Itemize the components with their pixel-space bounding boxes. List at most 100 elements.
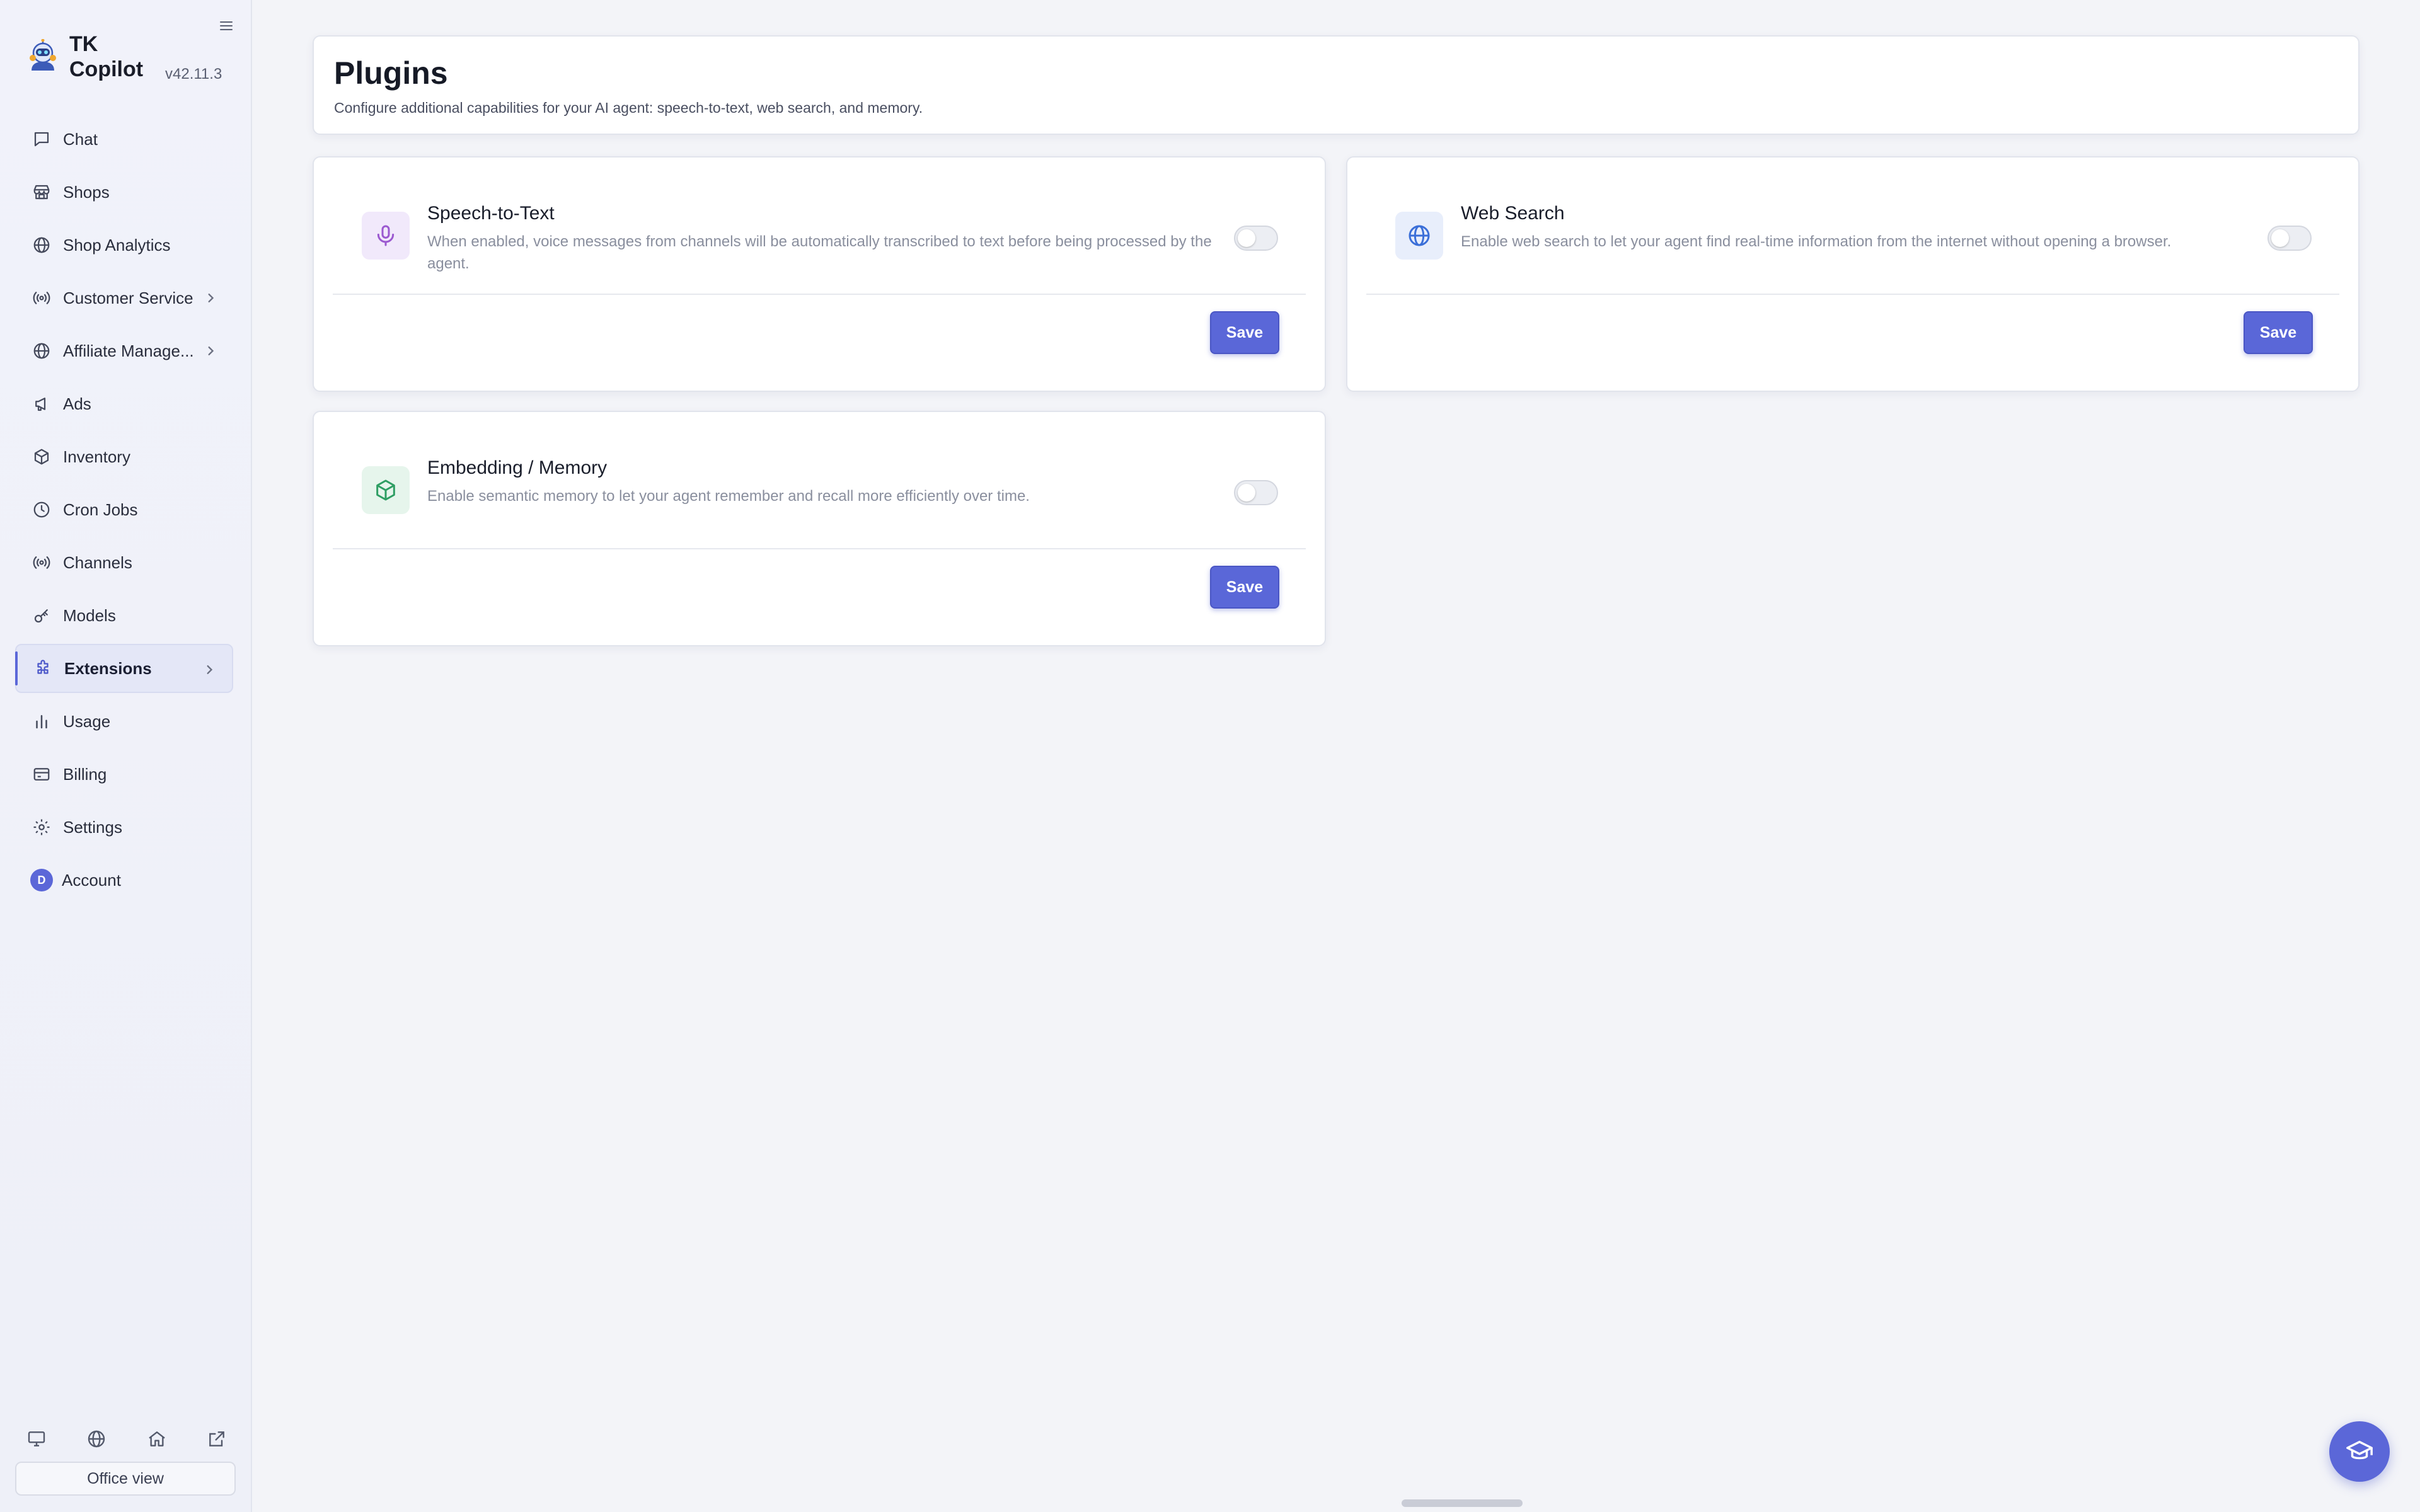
sidebar-item-label: Customer Service xyxy=(63,288,193,307)
brand[interactable]: TK Copilot xyxy=(25,32,143,82)
globe-icon xyxy=(32,341,52,361)
office-view-button[interactable]: Office view xyxy=(15,1462,236,1496)
page-title: Plugins xyxy=(334,55,448,91)
menu-icon xyxy=(220,21,233,30)
avatar: D xyxy=(30,869,53,891)
toggle-knob xyxy=(1238,484,1255,501)
globe-icon xyxy=(1409,225,1430,246)
plugin-icon-container xyxy=(362,212,410,260)
store-icon xyxy=(32,182,52,202)
megaphone-icon xyxy=(32,394,52,414)
web-search-toggle[interactable] xyxy=(2267,226,2312,251)
version-label: v42.11.3 xyxy=(165,66,222,83)
save-button[interactable]: Save xyxy=(1210,566,1279,609)
plugin-description: Enable web search to let your agent find… xyxy=(1461,233,2172,250)
plugin-description: When enabled, voice messages from channe… xyxy=(427,233,1212,272)
card-divider xyxy=(1366,294,2339,295)
clock-icon xyxy=(32,500,52,520)
plugin-icon-container xyxy=(362,466,410,514)
plugin-card-web-search: Web Search Enable web search to let your… xyxy=(1346,156,2360,392)
toggle-knob xyxy=(2271,229,2289,247)
monitor-icon[interactable] xyxy=(23,1425,50,1453)
sidebar-item-label: Shops xyxy=(63,182,110,202)
sidebar: TK Copilot v42.11.3 Chat Shops Shop Anal… xyxy=(0,0,252,1512)
brand-name-line1: TK xyxy=(69,32,98,56)
save-button[interactable]: Save xyxy=(1210,311,1279,354)
globe-icon[interactable] xyxy=(83,1425,110,1453)
sidebar-item-usage[interactable]: Usage xyxy=(15,697,233,746)
help-button[interactable] xyxy=(2329,1421,2390,1482)
sidebar-item-inventory[interactable]: Inventory xyxy=(15,432,233,481)
sidebar-item-label: Settings xyxy=(63,817,122,837)
app-root: TK Copilot v42.11.3 Chat Shops Shop Anal… xyxy=(0,0,2420,1512)
plugin-icon-container xyxy=(1395,212,1443,260)
key-icon xyxy=(32,605,52,626)
sidebar-item-label: Models xyxy=(63,605,116,625)
sidebar-item-label: Billing xyxy=(63,764,107,784)
sidebar-item-extensions[interactable]: Extensions xyxy=(15,644,233,693)
chevron-right-icon xyxy=(208,294,214,302)
sidebar-item-label: Usage xyxy=(63,711,111,731)
plugin-title: Speech-to-Text xyxy=(427,203,555,224)
sidebar-item-label: Chat xyxy=(63,129,98,149)
sidebar-item-label: Account xyxy=(62,870,121,890)
sidebar-item-cron-jobs[interactable]: Cron Jobs xyxy=(15,485,233,534)
gear-icon xyxy=(32,817,52,837)
toggle-knob xyxy=(1238,229,1255,247)
sidebar-item-shop-analytics[interactable]: Shop Analytics xyxy=(15,220,233,270)
card-divider xyxy=(333,294,1306,295)
chevron-right-icon xyxy=(208,346,214,355)
sidebar-item-ads[interactable]: Ads xyxy=(15,379,233,428)
globe-icon xyxy=(32,235,52,255)
sidebar-item-shops[interactable]: Shops xyxy=(15,168,233,217)
card-divider xyxy=(333,548,1306,549)
main-content: Plugins Configure additional capabilitie… xyxy=(252,0,2420,1512)
broadcast-icon xyxy=(32,288,52,308)
home-icon[interactable] xyxy=(143,1425,171,1453)
chevron-right-icon xyxy=(207,665,213,674)
page-subtitle: Configure additional capabilities for yo… xyxy=(334,100,923,116)
plugin-card-speech-to-text: Speech-to-Text When enabled, voice messa… xyxy=(313,156,1326,392)
sidebar-item-label: Shop Analytics xyxy=(63,235,171,255)
sidebar-item-label: Ads xyxy=(63,394,91,413)
sidebar-item-label: Channels xyxy=(63,553,132,572)
speech-to-text-toggle[interactable] xyxy=(1234,226,1278,251)
puzzle-icon xyxy=(33,658,53,679)
brand-name-line2: Copilot xyxy=(69,57,144,81)
chat-icon xyxy=(32,129,52,149)
plugin-description: Enable semantic memory to let your agent… xyxy=(427,488,1030,505)
broadcast-icon xyxy=(32,553,52,573)
plugin-title: Web Search xyxy=(1461,203,1565,224)
brand-logo xyxy=(25,39,60,74)
plugin-card-embedding-memory: Embedding / Memory Enable semantic memor… xyxy=(313,411,1326,646)
box-icon xyxy=(32,447,52,467)
sidebar-item-account[interactable]: D Account xyxy=(15,856,233,905)
plugin-title: Embedding / Memory xyxy=(427,457,608,478)
external-link-icon[interactable] xyxy=(203,1425,231,1453)
credit-card-icon xyxy=(32,764,52,784)
sidebar-item-models[interactable]: Models xyxy=(15,591,233,640)
embedding-memory-toggle[interactable] xyxy=(1234,480,1278,505)
sidebar-item-affiliate-management[interactable]: Affiliate Manage... xyxy=(15,326,233,375)
brand-name: TK Copilot xyxy=(69,32,143,82)
sidebar-item-label: Inventory xyxy=(63,447,130,466)
sidebar-item-label: Affiliate Manage... xyxy=(63,341,194,360)
page-header: Plugins Configure additional capabilitie… xyxy=(313,35,2360,135)
sidebar-collapse-button[interactable] xyxy=(217,16,236,35)
horizontal-scrollbar[interactable] xyxy=(1402,1499,1523,1507)
sidebar-item-billing[interactable]: Billing xyxy=(15,750,233,799)
sidebar-item-label: Cron Jobs xyxy=(63,500,138,519)
microphone-icon xyxy=(377,225,395,246)
sidebar-item-channels[interactable]: Channels xyxy=(15,538,233,587)
sidebar-nav: Chat Shops Shop Analytics Customer Servi… xyxy=(15,115,233,908)
sidebar-item-chat[interactable]: Chat xyxy=(15,115,233,164)
save-button[interactable]: Save xyxy=(2244,311,2313,354)
robot-logo-icon xyxy=(30,39,56,71)
sidebar-item-label: Extensions xyxy=(64,658,152,678)
cube-icon xyxy=(376,479,395,501)
sidebar-item-customer-service[interactable]: Customer Service xyxy=(15,273,233,323)
sidebar-footer-icons xyxy=(23,1425,231,1453)
bar-chart-icon xyxy=(32,711,52,731)
graduation-cap-icon xyxy=(2346,1440,2373,1460)
sidebar-item-settings[interactable]: Settings xyxy=(15,803,233,852)
